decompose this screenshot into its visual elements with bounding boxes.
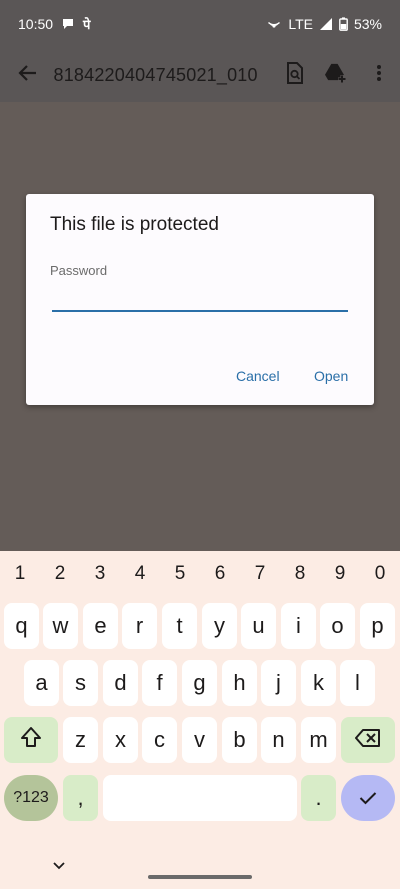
- find-in-page-icon: [286, 61, 304, 89]
- key-x[interactable]: x: [103, 717, 138, 763]
- key-q[interactable]: q: [4, 603, 39, 649]
- key-1[interactable]: 1: [0, 559, 40, 589]
- back-button[interactable]: [0, 48, 54, 102]
- battery-icon: [339, 17, 348, 31]
- key-r[interactable]: r: [122, 603, 157, 649]
- key-u[interactable]: u: [241, 603, 276, 649]
- key-a[interactable]: a: [24, 660, 59, 706]
- key-y[interactable]: y: [202, 603, 237, 649]
- key-5[interactable]: 5: [160, 559, 200, 589]
- key-b[interactable]: b: [222, 717, 257, 763]
- key-t[interactable]: t: [162, 603, 197, 649]
- key-w[interactable]: w: [43, 603, 78, 649]
- backspace-icon: [355, 727, 381, 753]
- key-l[interactable]: l: [340, 660, 375, 706]
- key-p[interactable]: p: [360, 603, 395, 649]
- period-key[interactable]: .: [301, 775, 336, 821]
- hide-keyboard-icon[interactable]: [52, 857, 66, 875]
- key-g[interactable]: g: [182, 660, 217, 706]
- battery-percent: 53%: [353, 16, 382, 32]
- key-k[interactable]: k: [301, 660, 336, 706]
- key-s[interactable]: s: [63, 660, 98, 706]
- key-0[interactable]: 0: [360, 559, 400, 589]
- shift-key[interactable]: [4, 717, 58, 763]
- status-bar: 10:50 पे LTE 53%: [0, 0, 400, 48]
- key-j[interactable]: j: [261, 660, 296, 706]
- key-f[interactable]: f: [142, 660, 177, 706]
- add-to-drive-button[interactable]: [316, 48, 358, 102]
- key-c[interactable]: c: [142, 717, 177, 763]
- password-dialog: This file is protected Password Cancel O…: [26, 194, 374, 405]
- key-8[interactable]: 8: [280, 559, 320, 589]
- hotspot-icon: [266, 17, 282, 31]
- key-7[interactable]: 7: [240, 559, 280, 589]
- more-vert-icon: [376, 64, 382, 87]
- open-button[interactable]: Open: [314, 368, 348, 384]
- cancel-button[interactable]: Cancel: [236, 368, 280, 384]
- shift-icon: [20, 726, 42, 754]
- soft-keyboard: 1 2 3 4 5 6 7 8 9 0 q w e r t y u i o p …: [0, 551, 400, 889]
- key-6[interactable]: 6: [200, 559, 240, 589]
- find-in-file-button[interactable]: [274, 48, 316, 102]
- key-i[interactable]: i: [281, 603, 316, 649]
- key-n[interactable]: n: [261, 717, 296, 763]
- arrow-back-icon: [17, 64, 37, 87]
- check-icon: [359, 785, 377, 811]
- signal-icon: [319, 17, 333, 31]
- key-2[interactable]: 2: [40, 559, 80, 589]
- notification-glyph: पे: [83, 18, 91, 33]
- file-title: 8184220404745021_010...: [53, 64, 258, 85]
- number-row: 1 2 3 4 5 6 7 8 9 0: [0, 559, 400, 589]
- network-type: LTE: [288, 16, 313, 32]
- comma-key[interactable]: ,: [63, 775, 98, 821]
- key-3[interactable]: 3: [80, 559, 120, 589]
- key-m[interactable]: m: [301, 717, 336, 763]
- key-e[interactable]: e: [83, 603, 118, 649]
- symbols-key[interactable]: ?123: [4, 775, 58, 821]
- key-4[interactable]: 4: [120, 559, 160, 589]
- enter-key[interactable]: [341, 775, 395, 821]
- backspace-key[interactable]: [341, 717, 395, 763]
- key-v[interactable]: v: [182, 717, 217, 763]
- space-key[interactable]: [103, 775, 297, 821]
- status-time: 10:50: [18, 16, 54, 32]
- key-h[interactable]: h: [222, 660, 257, 706]
- key-d[interactable]: d: [103, 660, 138, 706]
- chat-bubble-icon: [61, 17, 75, 31]
- app-bar: 8184220404745021_010...: [0, 48, 400, 102]
- password-label: Password: [50, 263, 108, 278]
- key-9[interactable]: 9: [320, 559, 360, 589]
- gesture-handle[interactable]: [148, 875, 252, 879]
- more-options-button[interactable]: [358, 48, 400, 102]
- add-to-drive-icon: [324, 63, 349, 88]
- key-o[interactable]: o: [320, 603, 355, 649]
- key-z[interactable]: z: [63, 717, 98, 763]
- password-field[interactable]: [52, 282, 348, 312]
- dialog-title: This file is protected: [50, 214, 219, 235]
